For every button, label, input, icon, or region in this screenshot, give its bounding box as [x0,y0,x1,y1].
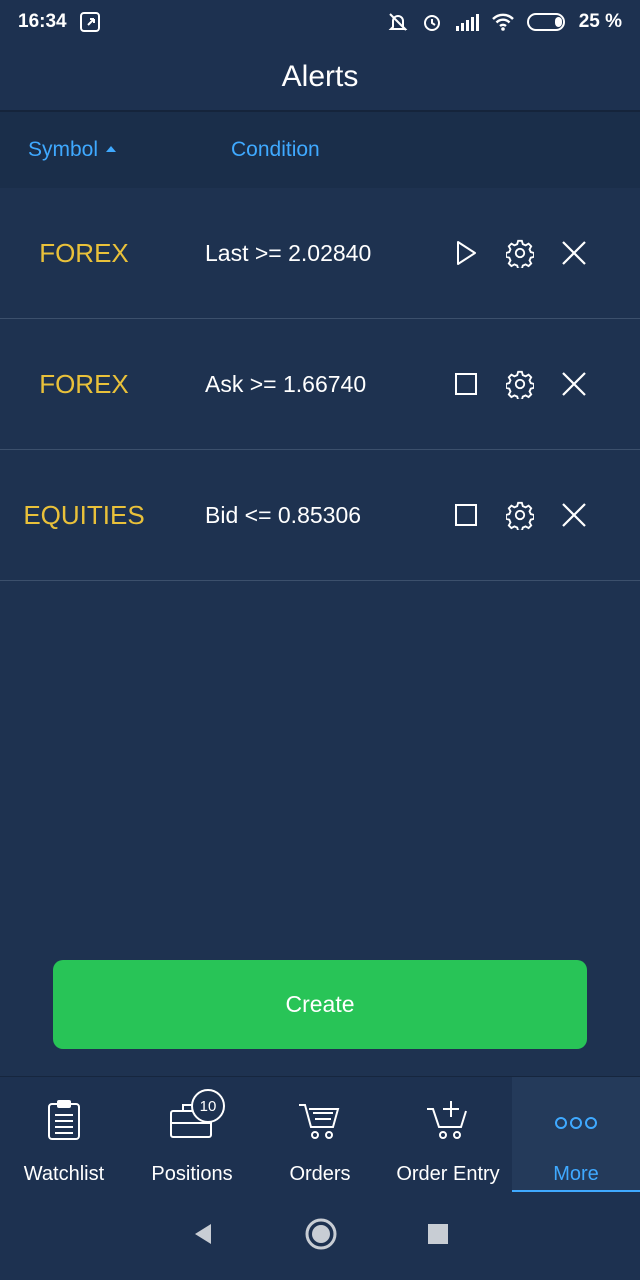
alert-condition: Bid <= 0.85306 [205,501,362,528]
battery-level: 25 % [578,11,622,32]
tab-orders[interactable]: Orders [256,1077,384,1193]
tab-watchlist[interactable]: Watchlist [0,1077,128,1193]
symbol-sort-header[interactable]: Symbol [28,138,117,162]
tab-label: Positions [151,1163,233,1185]
page-title: Alerts [281,60,359,93]
system-nav-bar [0,1192,640,1280]
tab-label: Watchlist [23,1163,105,1185]
tab-order-entry[interactable]: Order Entry [384,1077,512,1193]
column-header: Symbol Condition [0,112,640,188]
gear-icon[interactable] [506,501,534,530]
home-icon[interactable] [305,1218,337,1255]
gear-icon[interactable] [506,370,534,399]
gear-icon[interactable] [506,239,534,268]
sort-ascending-icon [106,146,117,152]
alert-row[interactable]: FOREX Ask >= 1.66740 [0,319,640,450]
close-icon[interactable] [560,239,588,267]
condition-column-header[interactable]: Condition [231,138,320,162]
tab-positions[interactable]: 10 Positions [128,1077,256,1193]
app-bar: Alerts [0,44,640,112]
cart-icon [297,1099,343,1159]
alert-condition: Ask >= 1.66740 [205,370,367,397]
battery-icon [526,12,567,32]
alert-symbol: FOREX [39,237,129,268]
tab-more[interactable]: More [512,1077,640,1193]
mute-icon [387,11,409,33]
screenshot-icon [79,11,101,33]
alert-condition: Last >= 2.02840 [205,239,372,266]
close-icon[interactable] [560,370,588,398]
signal-icon [455,12,479,32]
tab-label: Orders [289,1163,351,1185]
alarm-icon [421,11,443,33]
alerts-list: FOREX Last >= 2.02840 FOREX Ask >= 1.667… [0,188,640,581]
alert-symbol: FOREX [39,368,129,399]
clipboard-icon [46,1099,82,1159]
bottom-tab-bar: Watchlist 10 Positions Orders Order Entr… [0,1076,640,1193]
tab-label: Order Entry [396,1163,500,1185]
wifi-icon [491,12,515,32]
create-alert-button[interactable]: Create [53,960,587,1049]
alert-row[interactable]: FOREX Last >= 2.02840 [0,188,640,319]
status-bar: 16:34 25 % [0,0,640,44]
status-time: 16:34 [18,11,67,32]
stop-icon[interactable] [452,501,480,529]
alert-symbol: EQUITIES [23,499,145,530]
alert-row[interactable]: EQUITIES Bid <= 0.85306 [0,450,640,581]
recents-icon[interactable] [427,1223,449,1250]
briefcase-icon: 10 [169,1089,225,1159]
tab-label: More [553,1163,599,1185]
cart-add-icon [425,1099,471,1159]
close-icon[interactable] [560,501,588,529]
more-icon [553,1099,599,1159]
positions-count-badge: 10 [191,1089,225,1123]
symbol-column-label: Symbol [28,138,99,161]
stop-icon[interactable] [452,370,480,398]
play-icon[interactable] [452,239,480,267]
back-icon[interactable] [191,1222,215,1251]
